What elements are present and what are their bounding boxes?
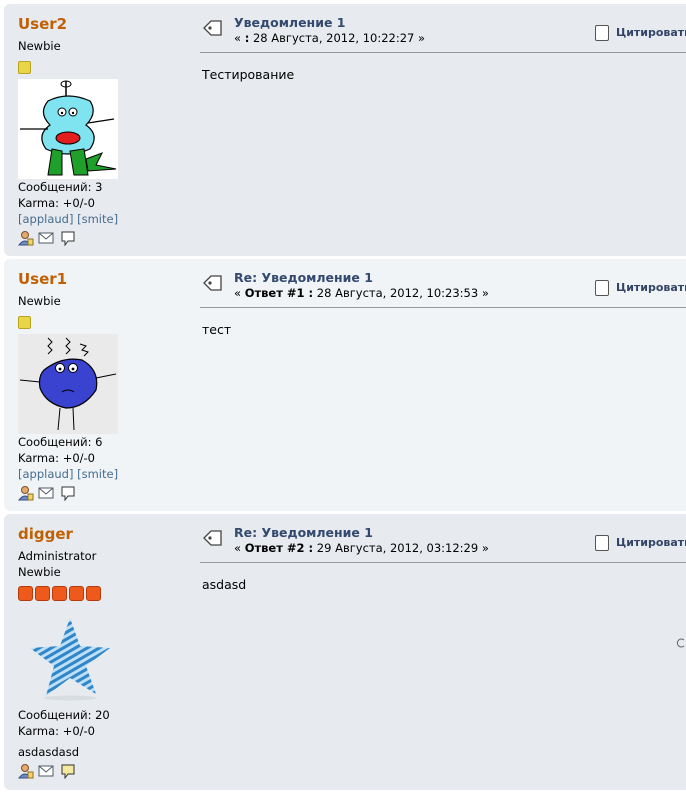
post-subject-icon [202,274,224,292]
rank-star [18,586,33,601]
karma: Karma: +0/-0 [18,724,95,738]
post-subject-link[interactable]: Re: Уведомление 1 [234,525,373,540]
rank-star [18,61,31,74]
member-group: Administrator [18,549,97,563]
post-subject-link[interactable]: Re: Уведомление 1 [234,270,373,285]
personal-message-icon[interactable] [60,230,76,247]
post-subject-link[interactable]: Уведомление 1 [234,15,345,30]
quote-label: Цитировать [616,26,686,39]
post-count: Сообщений: 6 [18,435,103,449]
rank-stars [18,61,31,74]
member-group: Newbie [18,294,61,308]
post-group: Newbie [18,565,61,579]
rank-star [18,316,31,329]
email-icon[interactable] [38,230,54,246]
post-count: Сообщений: 3 [18,180,103,194]
post: User1 Newbie Сообщений: 6 Karma: +0/-0 [… [4,259,686,511]
avatar [18,610,118,710]
username-link[interactable]: User1 [18,270,67,288]
quote-icon [595,535,609,551]
personal-text: asdasdasd [18,745,80,759]
post-body: тест [202,322,232,337]
post-date: « Ответ #2 : 29 Августа, 2012, 03:12:29 … [234,541,489,555]
smite-link[interactable]: [smite] [77,212,118,226]
post-body: asdasd [202,577,247,592]
post-divider [200,562,686,563]
post-body: Тестирование [202,67,295,82]
smite-link[interactable]: [smite] [77,467,118,481]
post: digger Administrator Newbie Сообщений: 2… [4,514,686,790]
post-date: « Ответ #1 : 28 Августа, 2012, 10:23:53 … [234,286,489,300]
karma-links: [applaud] [smite] [18,467,118,481]
post-count: Сообщений: 20 [18,708,110,722]
user-actions [17,763,78,780]
email-icon[interactable] [38,485,54,501]
karma-links: [applaud] [smite] [18,212,118,226]
rank-star [86,586,101,601]
quote-icon [595,25,609,41]
user-actions [17,485,78,502]
username-link[interactable]: User2 [18,15,67,33]
user-actions [17,230,78,247]
quote-icon [595,280,609,296]
post-subject-icon [202,19,224,37]
rank-star [69,586,84,601]
username-link[interactable]: digger [18,525,73,543]
profile-icon[interactable] [17,230,34,246]
rank-stars [18,316,31,329]
avatar [18,334,118,434]
post-divider [200,52,686,53]
rank-star [52,586,67,601]
karma: Karma: +0/-0 [18,451,95,465]
post: User2 Newbie Сообщений: 3 Karma: +0/-0 [… [4,4,686,256]
rank-stars [18,586,103,601]
profile-icon[interactable] [17,485,34,501]
personal-message-icon[interactable] [60,485,76,502]
member-group: Newbie [18,39,61,53]
profile-icon[interactable] [17,763,34,779]
post-subject-icon [202,529,224,547]
quote-label: Цитировать [616,536,686,549]
avatar [18,79,118,179]
applaud-link[interactable]: [applaud] [18,212,73,226]
email-icon[interactable] [38,763,54,779]
personal-message-icon[interactable] [60,763,76,780]
post-divider [200,307,686,308]
post-date: « : 28 Августа, 2012, 10:22:27 » [234,31,426,45]
clipped-control [676,638,686,648]
applaud-link[interactable]: [applaud] [18,467,73,481]
rank-star [35,586,50,601]
karma: Karma: +0/-0 [18,196,95,210]
quote-label: Цитировать [616,281,686,294]
